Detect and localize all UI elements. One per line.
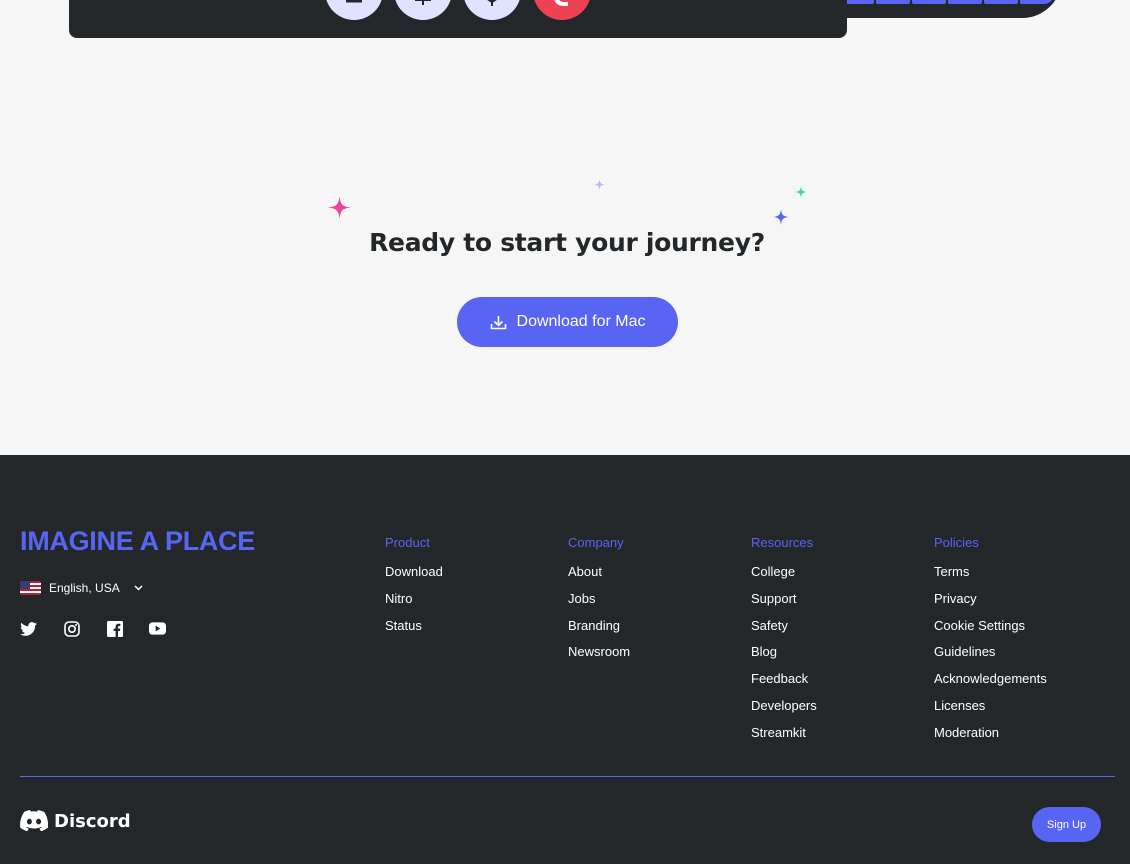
footer-divider [20,776,1115,777]
language-label: English, USA [49,581,120,595]
discord-icon [20,810,48,832]
twitter-icon[interactable] [20,620,37,637]
footer-link[interactable]: Download [385,562,443,589]
footer-link[interactable]: Jobs [568,589,630,616]
footer-link[interactable]: Licenses [934,696,1047,723]
footer: IMAGINE A PLACE English, USA Product Dow… [0,455,1130,864]
footer-link[interactable]: Acknowledgements [934,669,1047,696]
footer-link[interactable]: Blog [751,642,817,669]
blue-sparkle-icon [773,209,789,225]
download-button-label: Download for Mac [516,313,646,330]
illustration-call-panel [69,0,847,38]
footer-column-policies: Policies Terms Privacy Cookie Settings G… [934,535,1047,750]
pink-sparkle-icon [328,196,351,219]
footer-link[interactable]: College [751,562,817,589]
page: Ready to start your journey? Download fo… [0,0,1130,864]
footer-column-product: Product Download Nitro Status [385,535,443,642]
footer-link[interactable]: Guidelines [934,642,1047,669]
language-selector[interactable]: English, USA [20,581,143,595]
facebook-icon[interactable] [106,620,123,637]
chevron-down-icon [134,585,143,591]
footer-link[interactable]: Privacy [934,589,1047,616]
footer-tagline: IMAGINE A PLACE [20,526,256,556]
lilac-sparkle-icon [594,179,605,190]
footer-link[interactable]: Terms [934,562,1047,589]
download-button[interactable]: Download for Mac [457,297,678,347]
discord-logo[interactable]: Discord [20,810,131,832]
footer-link[interactable]: Feedback [751,669,817,696]
footer-link[interactable]: Status [385,616,443,643]
footer-link[interactable]: Streamkit [751,723,817,750]
footer-link[interactable]: Support [751,589,817,616]
footer-column-company: Company About Jobs Branding Newsroom [568,535,630,669]
column-heading: Policies [934,535,979,550]
teal-sparkle-icon [795,186,807,198]
footer-link[interactable]: Nitro [385,589,443,616]
column-heading: Product [385,535,430,550]
footer-link[interactable]: Cookie Settings [934,616,1047,643]
sign-up-button[interactable]: Sign Up [1032,807,1101,842]
instagram-icon[interactable] [63,620,80,637]
footer-link[interactable]: Newsroom [568,642,630,669]
footer-link[interactable]: About [568,562,630,589]
column-heading: Resources [751,535,814,550]
youtube-icon[interactable] [149,620,166,637]
footer-link[interactable]: Developers [751,696,817,723]
illustration-blocks [840,0,1054,4]
footer-column-resources: Resources College Support Safety Blog Fe… [751,535,817,750]
download-icon [490,315,506,329]
column-heading: Company [568,535,624,550]
brand-name: Discord [54,810,131,832]
footer-link[interactable]: Branding [568,616,630,643]
footer-link[interactable]: Safety [751,616,817,643]
social-links [20,620,166,637]
footer-link[interactable]: Moderation [934,723,1047,750]
us-flag-icon [20,581,41,595]
hero-section: Ready to start your journey? Download fo… [0,0,1130,455]
cta-title: Ready to start your journey? [369,228,765,257]
